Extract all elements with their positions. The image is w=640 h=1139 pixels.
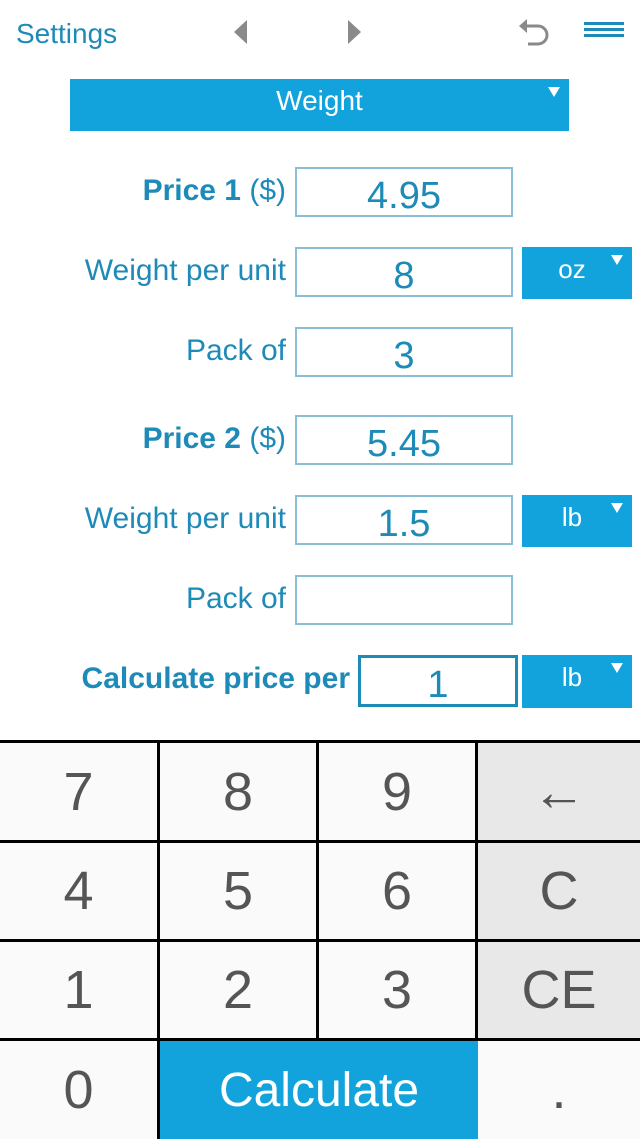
calculate-button[interactable]: Calculate [160,1041,478,1139]
weight1-unit-label: oz [558,254,586,284]
settings-button[interactable]: Settings [16,18,117,50]
keypad: 7 8 9 ← 4 5 6 C 1 2 3 CE 0 Calculate . [0,740,640,1139]
key-9[interactable]: 9 [319,743,478,843]
price1-label-bold: Price 1 [142,174,241,207]
weight2-unit-label: lb [561,502,583,532]
key-8[interactable]: 8 [160,743,319,843]
price1-input[interactable]: 4.95 [295,167,513,217]
category-select-label: Weight [276,85,363,116]
pack2-label: Pack of [185,582,286,615]
key-decimal[interactable]: . [478,1041,640,1139]
weight2-unit-select[interactable]: lb [522,495,632,547]
key-1[interactable]: 1 [0,942,160,1041]
key-4[interactable]: 4 [0,843,160,942]
key-backspace[interactable]: ← [478,743,640,843]
hamburger-menu-icon[interactable] [584,22,624,38]
dropdown-triangle-icon [548,87,560,97]
weight1-label: Weight per unit [84,254,286,287]
dropdown-triangle-icon [611,503,623,513]
price1-label: Price 1 ($) [143,174,286,208]
key-6[interactable]: 6 [319,843,478,942]
pack1-input[interactable]: 3 [295,327,513,377]
key-0[interactable]: 0 [0,1041,160,1139]
key-2[interactable]: 2 [160,942,319,1041]
pack2-input[interactable] [295,575,513,625]
price2-label-bold: Price 2 [142,422,241,455]
calc-per-unit-label: lb [561,662,583,692]
price2-label: Price 2 ($) [143,422,286,456]
calc-per-unit-select[interactable]: lb [522,655,632,708]
triangle-right-icon[interactable] [348,20,361,44]
pack1-label: Pack of [185,334,286,367]
undo-icon[interactable] [516,16,552,50]
key-5[interactable]: 5 [160,843,319,942]
category-select[interactable]: Weight [70,79,569,131]
weight2-input[interactable]: 1.5 [295,495,513,545]
key-3[interactable]: 3 [319,942,478,1041]
dropdown-triangle-icon [611,663,623,673]
key-clear-entry[interactable]: CE [478,942,640,1041]
dropdown-triangle-icon [611,255,623,265]
price1-label-suffix: ($) [241,174,286,207]
triangle-left-icon[interactable] [234,20,247,44]
key-7[interactable]: 7 [0,743,160,843]
price2-label-suffix: ($) [241,422,286,455]
weight2-label: Weight per unit [84,502,286,535]
key-clear[interactable]: C [478,843,640,942]
calc-per-label: Calculate price per [81,662,350,695]
weight1-unit-select[interactable]: oz [522,247,632,299]
price2-input[interactable]: 5.45 [295,415,513,465]
calc-per-input[interactable]: 1 [358,655,518,707]
weight1-input[interactable]: 8 [295,247,513,297]
